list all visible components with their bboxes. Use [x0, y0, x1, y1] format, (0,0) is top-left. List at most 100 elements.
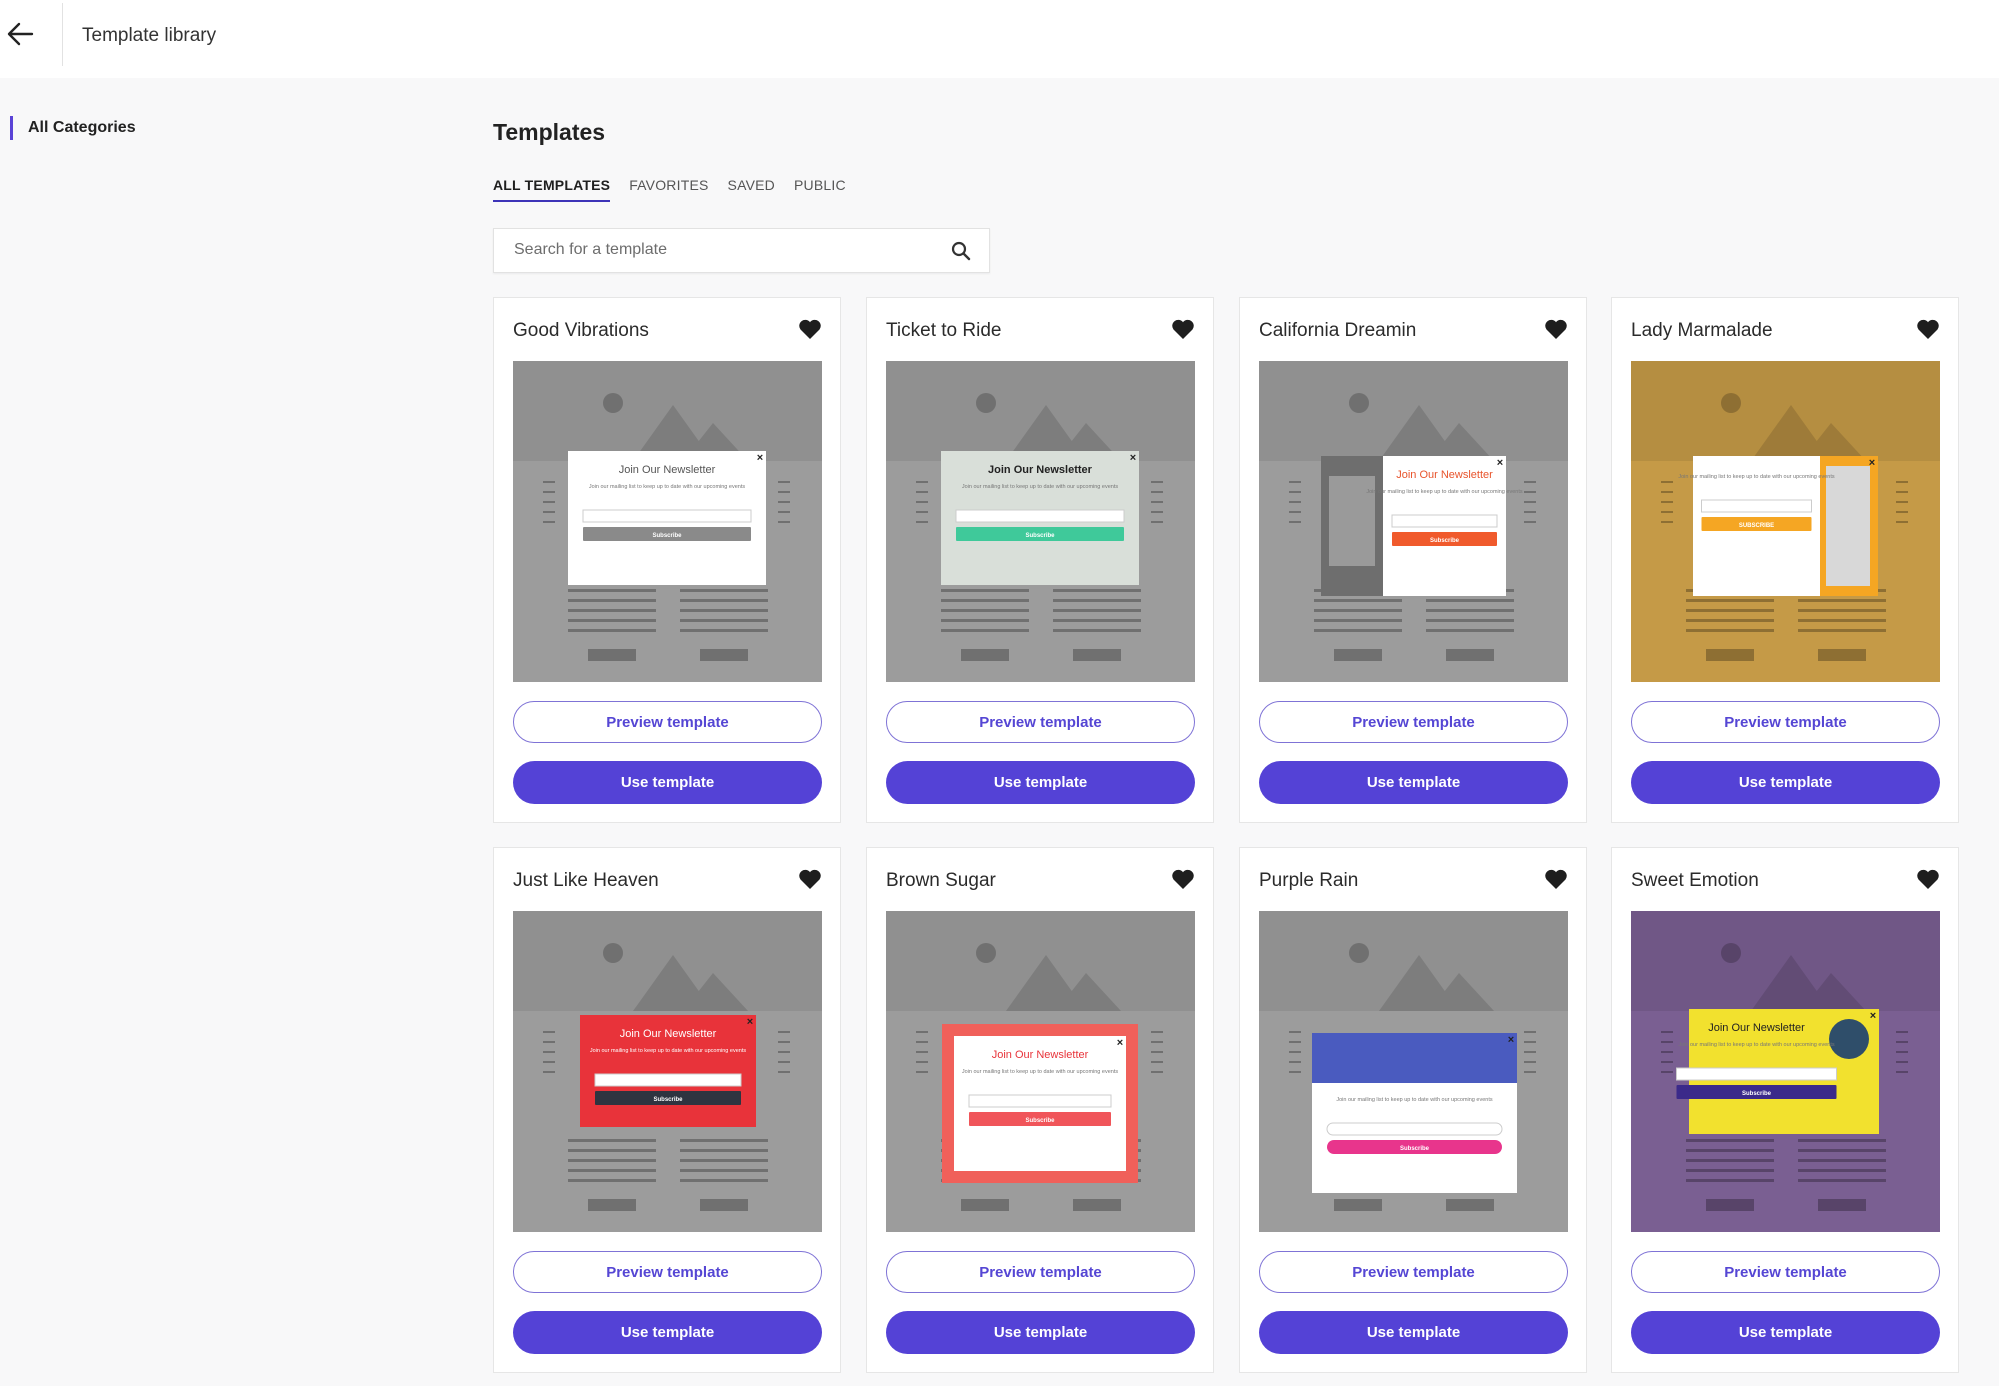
heart-icon[interactable] — [1171, 868, 1195, 890]
tab-saved[interactable]: SAVED — [728, 177, 775, 202]
heart-icon[interactable] — [1171, 318, 1195, 340]
template-preview[interactable]: Join Our Newsletter Join our mailing list… — [1259, 361, 1568, 682]
tab-public[interactable]: PUBLIC — [794, 177, 846, 202]
use-template-button[interactable]: Use template — [1259, 761, 1568, 804]
template-preview[interactable]: Join our mailing list to keep up to date… — [1259, 911, 1568, 1232]
template-preview[interactable]: Join our mailing list to keep up to date… — [1631, 361, 1940, 682]
preview-text-line — [1426, 609, 1514, 612]
preview-text-line — [1798, 1159, 1886, 1162]
use-template-button[interactable]: Use template — [1259, 1311, 1568, 1354]
use-template-button[interactable]: Use template — [1631, 761, 1940, 804]
tab-favorites[interactable]: FAVORITES — [629, 177, 708, 202]
use-template-button[interactable]: Use template — [886, 1311, 1195, 1354]
preview-side-line — [543, 521, 555, 523]
preview-side-line — [916, 481, 928, 483]
preview-side-line — [1661, 1061, 1673, 1063]
preview-template-button[interactable]: Preview template — [1259, 1251, 1568, 1293]
preview-graphic: Join our mailing list to keep up to date… — [1259, 911, 1568, 1232]
preview-side-line — [543, 501, 555, 503]
template-name: Brown Sugar — [886, 870, 996, 891]
preview-text-line — [568, 589, 656, 592]
preview-side-line — [1661, 1071, 1673, 1073]
heart-icon[interactable] — [1544, 318, 1568, 340]
preview-text-line — [1314, 629, 1402, 632]
preview-text-line — [568, 1179, 656, 1182]
search-input[interactable] — [514, 241, 934, 259]
preview-side-line — [1524, 1071, 1536, 1073]
preview-text-line — [1053, 609, 1141, 612]
search-icon[interactable] — [951, 241, 971, 261]
preview-text-line — [680, 629, 768, 632]
heart-icon[interactable] — [1916, 868, 1940, 890]
heart-icon[interactable] — [1916, 318, 1940, 340]
popup-banner-image — [1312, 1033, 1517, 1083]
use-template-button[interactable]: Use template — [513, 1311, 822, 1354]
preview-template-button[interactable]: Preview template — [513, 701, 822, 743]
popup-title: Join Our Newsletter — [620, 1028, 717, 1040]
preview-sun-icon — [976, 943, 996, 963]
heart-icon[interactable] — [798, 868, 822, 890]
preview-sun-icon — [603, 943, 623, 963]
preview-template-button[interactable]: Preview template — [886, 701, 1195, 743]
preview-side-line — [1524, 1061, 1536, 1063]
section-heading: Templates — [493, 119, 606, 145]
preview-text-line — [941, 599, 1029, 602]
popup-email-input — [1701, 499, 1812, 513]
preview-side-line — [1289, 501, 1301, 503]
popup-body-text: Join our mailing list to keep up to date… — [962, 1069, 1118, 1075]
preview-side-line — [916, 1071, 928, 1073]
preview-side-line — [778, 1061, 790, 1063]
preview-button-placeholder — [588, 1199, 636, 1211]
preview-text-line — [1426, 619, 1514, 622]
preview-side-line — [1151, 481, 1163, 483]
preview-text-line — [1798, 609, 1886, 612]
use-template-button[interactable]: Use template — [886, 761, 1195, 804]
preview-text-line — [1798, 599, 1886, 602]
preview-button-placeholder — [1818, 649, 1866, 661]
popup-mockup: Join Our Newsletter Join our mailing list… — [1321, 456, 1523, 596]
preview-template-button[interactable]: Preview template — [886, 1251, 1195, 1293]
preview-side-line — [1151, 511, 1163, 513]
template-card: Purple Rain Join our mailing list to kee… — [1239, 847, 1587, 1373]
popup-mockup: Join our mailing list to keep up to date… — [1678, 456, 1878, 596]
preview-side-line — [1289, 1071, 1301, 1073]
popup-subscribe-label: Subscribe — [652, 533, 682, 539]
preview-text-line — [1314, 619, 1402, 622]
preview-text-line — [1053, 629, 1141, 632]
popup-mockup: Join our mailing list to keep up to date… — [1312, 1033, 1517, 1193]
popup-email-input — [955, 509, 1125, 523]
preview-text-line — [1798, 1139, 1886, 1142]
preview-text-line — [568, 1149, 656, 1152]
heart-icon[interactable] — [1544, 868, 1568, 890]
preview-button-placeholder — [1446, 649, 1494, 661]
preview-template-button[interactable]: Preview template — [513, 1251, 822, 1293]
template-preview[interactable]: Join Our Newsletter Join our mailing list… — [886, 361, 1195, 682]
preview-template-button[interactable]: Preview template — [1631, 701, 1940, 743]
template-preview[interactable]: Join Our Newsletter Join our mailing list… — [513, 911, 822, 1232]
preview-side-line — [1524, 491, 1536, 493]
template-card: Sweet Emotion Join Our Newsletter Join ou… — [1611, 847, 1959, 1373]
heart-icon[interactable] — [798, 318, 822, 340]
sidebar-item-all-categories[interactable]: All Categories — [10, 116, 136, 140]
preview-side-line — [778, 501, 790, 503]
template-preview[interactable]: Join Our Newsletter Join our mailing list… — [513, 361, 822, 682]
use-template-button[interactable]: Use template — [1631, 1311, 1940, 1354]
template-preview[interactable]: Join Our Newsletter Join our mailing list… — [886, 911, 1195, 1232]
preview-graphic: Join Our Newsletter Join our mailing list… — [1631, 911, 1940, 1232]
tab-all-templates[interactable]: ALL TEMPLATES — [493, 177, 611, 202]
preview-template-button[interactable]: Preview template — [1259, 701, 1568, 743]
preview-side-line — [778, 1031, 790, 1033]
preview-side-line — [916, 511, 928, 513]
preview-side-line — [778, 511, 790, 513]
arrow-left-icon[interactable] — [4, 18, 36, 50]
preview-text-line — [1053, 619, 1141, 622]
preview-text-line — [1053, 599, 1141, 602]
use-template-button[interactable]: Use template — [513, 761, 822, 804]
preview-template-button[interactable]: Preview template — [1631, 1251, 1940, 1293]
preview-text-line — [568, 629, 656, 632]
preview-button-placeholder — [1818, 1199, 1866, 1211]
preview-text-line — [680, 609, 768, 612]
preview-side-line — [543, 1031, 555, 1033]
preview-side-line — [1524, 481, 1536, 483]
template-preview[interactable]: Join Our Newsletter Join our mailing list… — [1631, 911, 1940, 1232]
